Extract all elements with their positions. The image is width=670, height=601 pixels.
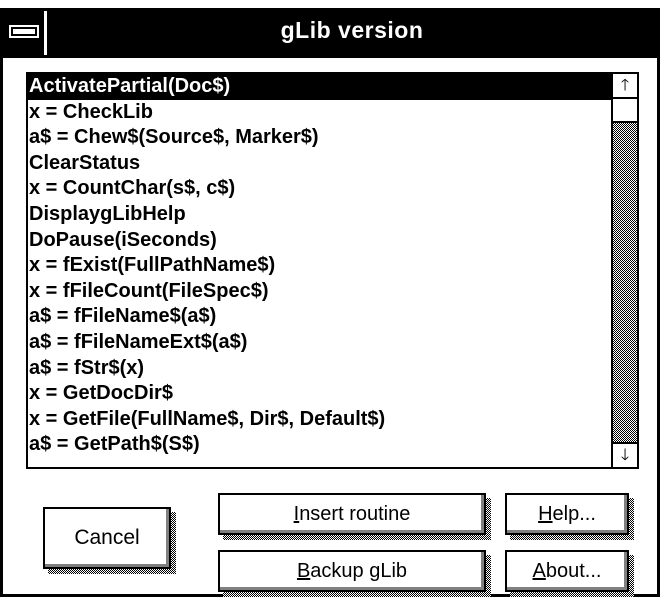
list-item[interactable]: a$ = fFileNameExt$(a$) bbox=[28, 330, 613, 356]
help-mnemonic: H bbox=[538, 503, 553, 525]
backup-glib-label: ackup gLib bbox=[310, 560, 408, 582]
about-button[interactable]: About... bbox=[505, 550, 634, 597]
backup-glib-button[interactable]: Backup gLib bbox=[218, 550, 491, 597]
list-item[interactable]: x = GetDocDir$ bbox=[28, 381, 613, 407]
list-item[interactable]: ClearStatus bbox=[28, 151, 613, 177]
routine-listbox[interactable]: ActivatePartial(Doc$) x = CheckLib a$ = Ch… bbox=[26, 72, 639, 469]
scroll-down-button[interactable]: 🡓 bbox=[613, 442, 637, 467]
routine-list[interactable]: ActivatePartial(Doc$) x = CheckLib a$ = Ch… bbox=[28, 74, 613, 467]
list-item[interactable]: DisplaygLibHelp bbox=[28, 202, 613, 228]
about-mnemonic: A bbox=[532, 560, 546, 582]
scroll-thumb[interactable] bbox=[613, 99, 637, 123]
window-title: gLib version bbox=[280, 17, 424, 43]
backup-glib-mnemonic: B bbox=[296, 560, 311, 582]
list-item[interactable]: a$ = fStr$(x) bbox=[28, 356, 613, 382]
list-item[interactable]: a$ = GetPath$(S$) bbox=[28, 432, 613, 458]
list-item[interactable]: a$ = Chew$(Source$, Marker$) bbox=[28, 125, 613, 151]
help-label: elp... bbox=[552, 503, 596, 525]
vertical-scrollbar[interactable]: 🡑 🡓 bbox=[611, 74, 637, 467]
list-item[interactable]: a$ = fFileName$(a$) bbox=[28, 304, 613, 330]
insert-routine-button[interactable]: Insert routine bbox=[218, 493, 491, 540]
about-label: bout... bbox=[545, 560, 602, 582]
arrow-down-icon: 🡓 bbox=[620, 447, 630, 464]
system-menu-button[interactable] bbox=[3, 11, 47, 55]
dialog-window: gLib version ActivatePartial(Doc$) x = Ch… bbox=[0, 8, 660, 597]
cancel-button[interactable]: Cancel bbox=[43, 507, 176, 574]
list-item[interactable]: x = GetFile(FullName$, Dir$, Default$) bbox=[28, 407, 613, 433]
list-item[interactable]: x = CountChar(s$, c$) bbox=[28, 176, 613, 202]
list-item[interactable]: x = fFileCount(FileSpec$) bbox=[28, 279, 613, 305]
help-button[interactable]: Help... bbox=[505, 493, 634, 540]
system-menu-icon bbox=[11, 27, 37, 36]
arrow-up-icon: 🡑 bbox=[620, 77, 630, 94]
scroll-up-button[interactable]: 🡑 bbox=[613, 74, 637, 99]
insert-routine-label: nsert routine bbox=[299, 503, 411, 525]
title-bar[interactable]: gLib version bbox=[3, 11, 657, 58]
list-item[interactable]: x = fExist(FullPathName$) bbox=[28, 253, 613, 279]
list-item[interactable]: DoPause(iSeconds) bbox=[28, 228, 613, 254]
cancel-button-label: Cancel bbox=[74, 526, 140, 549]
list-item[interactable]: x = CheckLib bbox=[28, 100, 613, 126]
list-item[interactable]: ActivatePartial(Doc$) bbox=[28, 74, 613, 100]
